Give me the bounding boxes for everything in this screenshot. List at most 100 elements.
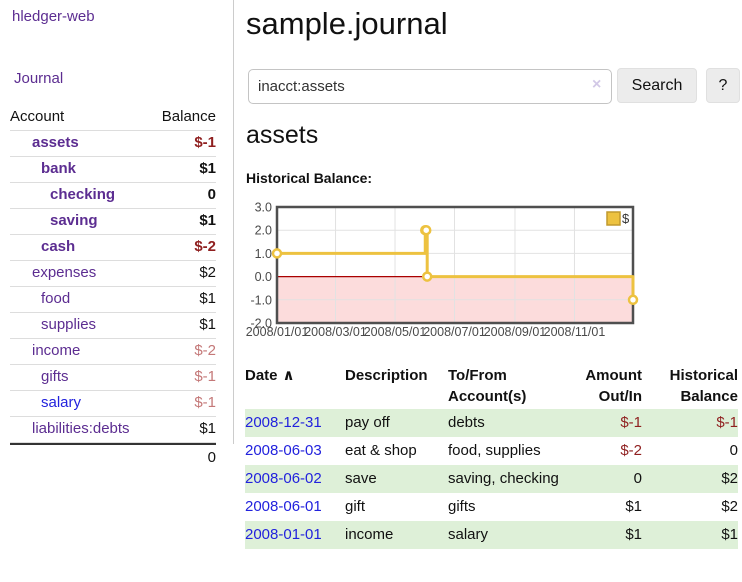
amount-cell: $1 — [560, 493, 642, 521]
account-balance: $1 — [199, 417, 216, 442]
description-cell: eat & shop — [345, 437, 448, 465]
register-header-amount: Amount Out/In — [560, 363, 642, 409]
table-row: 2008-06-01 giftgifts$1$2 — [245, 493, 738, 521]
date-link[interactable]: 2008-06-01 — [245, 498, 322, 515]
account-link[interactable]: bank — [10, 157, 76, 182]
help-button[interactable]: ? — [706, 68, 740, 103]
register-header-date[interactable]: Date∧ — [245, 363, 345, 409]
svg-text:2008/07/01: 2008/07/01 — [423, 325, 486, 339]
description-cell: gift — [345, 493, 448, 521]
balance-cell: $2 — [642, 493, 738, 521]
svg-text:2008/03/01: 2008/03/01 — [304, 325, 367, 339]
account-row: food $1 — [10, 287, 216, 313]
account-link[interactable]: saving — [10, 209, 98, 234]
account-row: cash $-2 — [10, 235, 216, 261]
account-row: liabilities:debts $1 — [10, 417, 216, 443]
account-link[interactable]: cash — [10, 235, 75, 260]
balance-chart-svg: $3.02.01.00.0-1.0-2.02008/01/012008/03/0… — [240, 200, 742, 348]
account-link[interactable]: gifts — [10, 365, 69, 390]
account-balance: $-1 — [194, 365, 216, 390]
account-row: saving$1 — [10, 209, 216, 235]
description-cell: pay off — [345, 409, 448, 437]
table-row: 2008-12-31pay offdebts$-1$-1 — [245, 409, 738, 437]
account-balance: $1 — [199, 157, 216, 182]
accounts-table-body: assets$-1bank$1checking0saving$1cash$-2e… — [10, 131, 216, 443]
sidebar-item-journal[interactable]: Journal — [14, 70, 63, 87]
account-heading: assets — [246, 121, 318, 150]
balance-cell: $1 — [642, 521, 738, 549]
date-link[interactable]: 2008-12-31 — [245, 414, 322, 431]
account-link[interactable]: food — [10, 287, 70, 312]
journal-title: sample.journal — [246, 6, 448, 42]
account-row: bank $1 — [10, 157, 216, 183]
chart-title: Historical Balance: — [246, 170, 372, 186]
description-cell: income — [345, 521, 448, 549]
balance-cell: 0 — [642, 437, 738, 465]
account-balance: $-2 — [194, 235, 216, 260]
account-link[interactable]: assets — [10, 131, 79, 156]
account-balance: $2 — [199, 261, 216, 286]
clear-search-icon[interactable]: × — [592, 77, 601, 93]
svg-text:2008/11/01: 2008/11/01 — [544, 325, 606, 339]
svg-text:$: $ — [622, 211, 630, 226]
balance-cell: $-1 — [642, 409, 738, 437]
account-link[interactable]: expenses — [10, 261, 96, 286]
account-balance: $-1 — [194, 391, 216, 416]
account-row: supplies $1 — [10, 313, 216, 339]
accounts-cell: debts — [448, 409, 560, 437]
table-row: 2008-06-03 eat & shopfood, supplies$-20 — [245, 437, 738, 465]
register-table: Date∧ Description To/From Account(s) Amo… — [245, 363, 738, 549]
sort-asc-icon: ∧ — [283, 367, 295, 384]
account-link[interactable]: income — [10, 339, 80, 364]
register-table-body: 2008-12-31pay offdebts$-1$-12008-06-03ea… — [245, 409, 738, 549]
amount-cell: $-2 — [560, 437, 642, 465]
account-link[interactable]: checking — [10, 183, 115, 208]
search-input[interactable] — [248, 69, 612, 104]
accounts-table-header: Account Balance — [10, 104, 216, 131]
balance-chart: $3.02.01.00.0-1.0-2.02008/01/012008/03/0… — [240, 200, 742, 348]
account-row: gifts $-1 — [10, 365, 216, 391]
svg-text:2008/01/01: 2008/01/01 — [246, 325, 309, 339]
account-balance: 0 — [208, 183, 216, 208]
svg-text:1.0: 1.0 — [255, 247, 272, 261]
account-row: salary $-1 — [10, 391, 216, 417]
account-column-header: Account — [10, 104, 64, 130]
app-title-link[interactable]: hledger-web — [12, 8, 95, 25]
account-row: expenses $2 — [10, 261, 216, 287]
balance-cell: $2 — [642, 465, 738, 493]
account-row: income$-2 — [10, 339, 216, 365]
svg-text:3.0: 3.0 — [255, 201, 272, 215]
accounts-table: Account Balance assets $-1 bank $1 checking 0… — [10, 104, 216, 471]
date-link[interactable]: 2008-06-02 — [245, 470, 322, 487]
accounts-cell: saving, checking — [448, 465, 560, 493]
table-row: 2008-01-01incomesalary$1$1 — [245, 521, 738, 549]
account-link[interactable]: liabilities:debts — [10, 417, 130, 442]
register-header-balance: Historical Balance — [642, 363, 738, 409]
svg-text:2008/05/01: 2008/05/01 — [364, 325, 427, 339]
search-button[interactable]: Search — [617, 68, 697, 103]
account-balance: $1 — [199, 313, 216, 338]
table-row: 2008-06-02savesaving, checking0$2 — [245, 465, 738, 493]
account-link[interactable]: salary — [10, 391, 81, 416]
date-link[interactable]: 2008-06-03 — [245, 442, 322, 459]
hledger-web-page: hledger-web Journal Account Balance asse… — [0, 0, 742, 582]
accounts-total-row: 0 — [10, 443, 216, 471]
svg-text:2.0: 2.0 — [255, 224, 272, 238]
svg-text:-1.0: -1.0 — [250, 293, 272, 307]
account-row: checking 0 — [10, 183, 216, 209]
amount-cell: $-1 — [560, 409, 642, 437]
date-link[interactable]: 2008-01-01 — [245, 526, 322, 543]
register-header-row: Date∧ Description To/From Account(s) Amo… — [245, 363, 738, 409]
accounts-cell: gifts — [448, 493, 560, 521]
sidebar-divider — [233, 0, 234, 444]
account-balance: $1 — [199, 287, 216, 312]
svg-text:2008/09/01: 2008/09/01 — [484, 325, 547, 339]
register-header-description: Description — [345, 363, 448, 409]
accounts-cell: salary — [448, 521, 560, 549]
amount-cell: $1 — [560, 521, 642, 549]
svg-text:0.0: 0.0 — [255, 270, 272, 284]
account-link[interactable]: supplies — [10, 313, 96, 338]
account-balance: $-1 — [194, 131, 216, 156]
accounts-cell: food, supplies — [448, 437, 560, 465]
register-header-accounts: To/From Account(s) — [448, 363, 560, 409]
